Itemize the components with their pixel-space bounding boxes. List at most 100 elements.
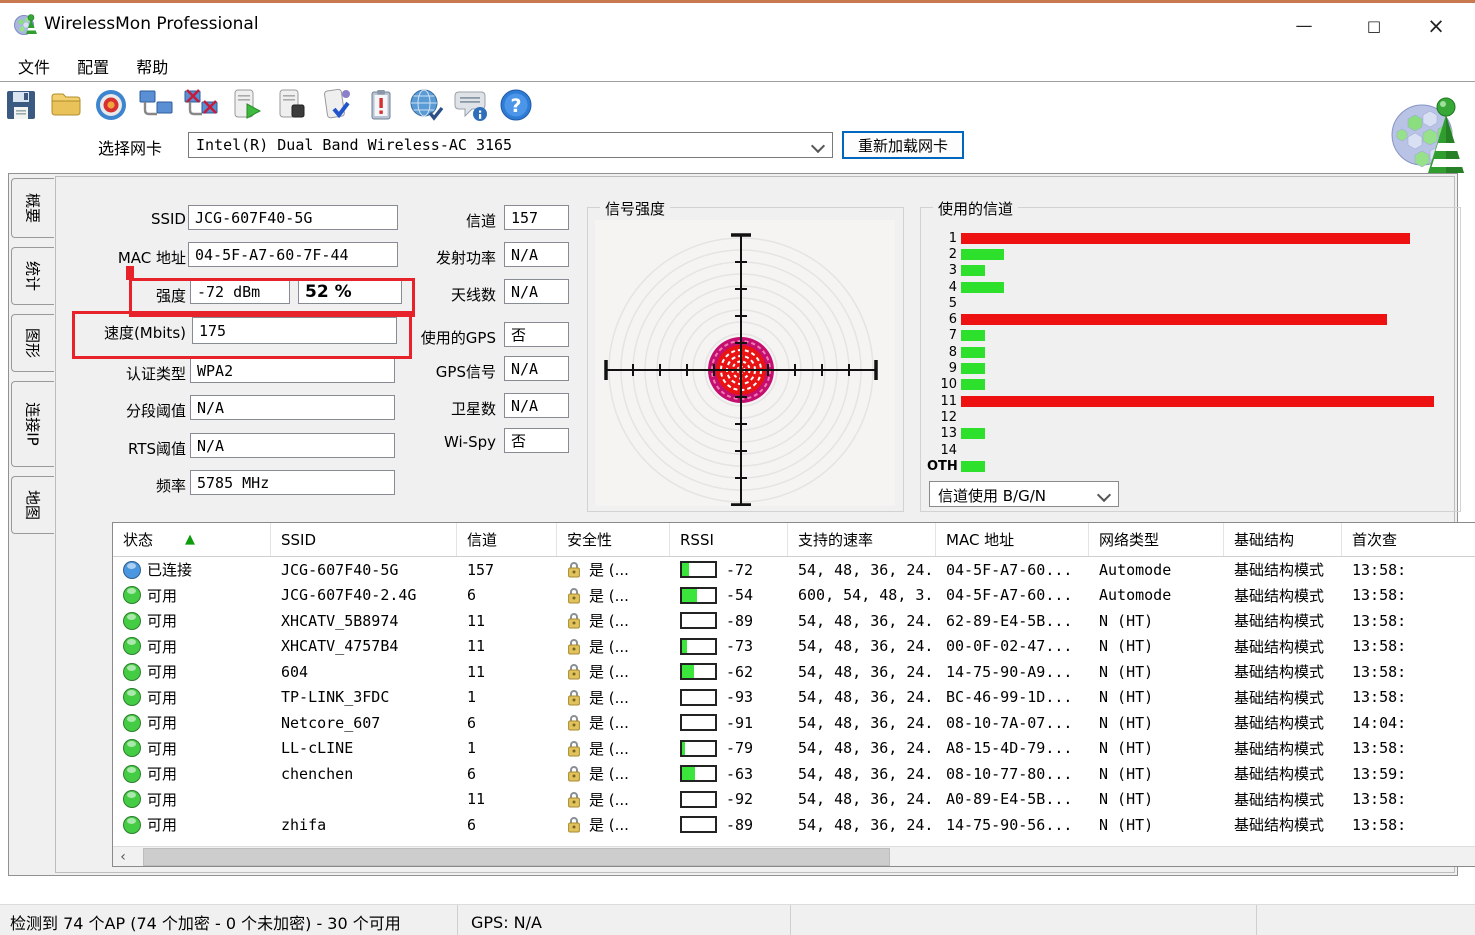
- help-icon[interactable]: ?: [497, 86, 535, 124]
- sidebar-tab[interactable]: 统计: [11, 247, 54, 305]
- header-security[interactable]: 安全性: [557, 523, 670, 556]
- status-cell: 可用: [113, 687, 271, 708]
- lock-icon: [567, 638, 581, 655]
- network-row[interactable]: 可用 XHCATV_4757B4 11 是 (... -73: [113, 634, 1475, 660]
- sidebar-tab[interactable]: 连接IP: [11, 381, 54, 467]
- rssi-bar: [680, 791, 717, 808]
- network-row[interactable]: 可用 TP-LINK_3FDC 1 是 (... -93: [113, 685, 1475, 711]
- security-cell: 是 (...: [557, 661, 670, 682]
- chevron-down-icon: [1097, 488, 1111, 502]
- header-ssid[interactable]: SSID: [271, 523, 457, 556]
- scroll-left-icon[interactable]: ‹: [115, 847, 131, 866]
- maximize-button[interactable]: □: [1343, 3, 1405, 48]
- channel-bar-track: [961, 428, 1434, 439]
- network-row[interactable]: 可用 604 11 是 (... -62: [113, 659, 1475, 685]
- network-row[interactable]: 可用 chenchen 6 是 (... -63: [113, 761, 1475, 787]
- disconnect-icon[interactable]: [182, 86, 220, 124]
- channel-cell: 11: [457, 637, 557, 655]
- open-icon[interactable]: [47, 86, 85, 124]
- menu-config[interactable]: 配置: [73, 54, 113, 78]
- rssi-cell: -54: [670, 586, 788, 604]
- save-icon[interactable]: [2, 86, 40, 124]
- connect-icon[interactable]: [137, 86, 175, 124]
- sidebar-tab[interactable]: 概要: [11, 178, 54, 238]
- feedback-icon[interactable]: [452, 86, 490, 124]
- status-dot-icon: [123, 816, 141, 834]
- net-type-cell: N (HT): [1089, 790, 1224, 808]
- web-check-icon[interactable]: [407, 86, 445, 124]
- rts-label: RTS阈值: [104, 438, 186, 459]
- horizontal-scroll-thumb[interactable]: [143, 848, 890, 866]
- channel-band-select[interactable]: 信道使用 B/G/N: [929, 481, 1119, 507]
- channel-bar-track: [961, 265, 1434, 276]
- rssi-bar: [680, 663, 717, 680]
- header-first-seen[interactable]: 首次查: [1342, 523, 1475, 556]
- status-text: 可用: [147, 763, 177, 784]
- network-row[interactable]: 可用 XHCATV_5B8974 11 是 (... -89: [113, 608, 1475, 634]
- header-net-type[interactable]: 网络类型: [1089, 523, 1224, 556]
- rssi-value: -54: [726, 586, 753, 604]
- network-row[interactable]: 可用 LL-cLINE 1 是 (... -79: [113, 736, 1475, 762]
- net-type-cell: N (HT): [1089, 637, 1224, 655]
- wirelessmon-window: WirelessMon Professional — □ × 文件 配置 帮助: [0, 0, 1475, 935]
- log-start-icon[interactable]: [227, 86, 265, 124]
- first-seen-cell: 13:58:: [1342, 663, 1475, 681]
- network-row[interactable]: 可用 zhifa 6 是 (... -89: [113, 812, 1475, 838]
- channel-bar-track: [961, 445, 1434, 456]
- rssi-cell: -63: [670, 765, 788, 783]
- rssi-bar: [680, 714, 717, 731]
- ssid-cell: Netcore_607: [271, 714, 457, 732]
- channel-value: 157: [504, 205, 569, 230]
- rssi-value: -72: [726, 561, 753, 579]
- status-cell: 可用: [113, 661, 271, 682]
- rates-cell: 54, 48, 36, 24...: [788, 816, 936, 834]
- channel-number-label: 2: [927, 247, 961, 262]
- horizontal-scrollbar[interactable]: ‹ ›: [113, 846, 1475, 866]
- rssi-cell: -79: [670, 739, 788, 757]
- ssid-cell: 604: [271, 663, 457, 681]
- security-text: 是 (...: [589, 687, 629, 708]
- security-cell: 是 (...: [557, 559, 670, 580]
- network-row[interactable]: 可用 JCG-607F40-2.4G 6 是 (... -54: [113, 583, 1475, 609]
- signal-strength-panel: 信号强度: [587, 207, 904, 512]
- scroll-right-icon[interactable]: ›: [1469, 847, 1475, 866]
- header-infrastructure[interactable]: 基础结构: [1224, 523, 1342, 556]
- report-check-icon[interactable]: [317, 86, 355, 124]
- ssid-cell: chenchen: [271, 765, 457, 783]
- target-icon[interactable]: [92, 86, 130, 124]
- adapter-select[interactable]: Intel(R) Dual Band Wireless-AC 3165: [188, 132, 833, 158]
- header-channel[interactable]: 信道: [457, 523, 557, 556]
- lock-icon: [567, 816, 581, 833]
- network-row[interactable]: 已连接 JCG-607F40-5G 157 是 (... -72: [113, 557, 1475, 583]
- channel-row: 13: [927, 426, 1452, 442]
- channel-cell: 6: [457, 714, 557, 732]
- sidebar-tab[interactable]: 图形: [11, 314, 54, 372]
- log-stop-icon[interactable]: [272, 86, 310, 124]
- rates-cell: 54, 48, 36, 24...: [788, 790, 936, 808]
- rssi-cell: -89: [670, 612, 788, 630]
- ssid-value: JCG-607F40-5G: [188, 205, 398, 230]
- alert-icon[interactable]: [362, 86, 400, 124]
- status-cell: 可用: [113, 712, 271, 733]
- reload-adapter-button[interactable]: 重新加载网卡: [842, 131, 964, 159]
- header-rssi[interactable]: RSSI: [670, 523, 788, 556]
- header-rates[interactable]: 支持的速率: [788, 523, 936, 556]
- header-status[interactable]: 状态 ▲: [113, 523, 271, 556]
- chevron-down-icon: [811, 139, 825, 153]
- mac-cell: BC-46-99-1D...: [936, 688, 1089, 706]
- channel-usage-bar: [961, 282, 1004, 293]
- header-mac[interactable]: MAC 地址: [936, 523, 1089, 556]
- network-row[interactable]: 可用 Netcore_607 6 是 (... -91: [113, 710, 1475, 736]
- menu-file[interactable]: 文件: [14, 54, 54, 78]
- menu-help[interactable]: 帮助: [132, 54, 172, 78]
- channel-row: 3: [927, 263, 1452, 279]
- net-type-cell: Automode: [1089, 561, 1224, 579]
- channel-band-selected: 信道使用 B/G/N: [938, 485, 1046, 506]
- channel-cell: 11: [457, 663, 557, 681]
- sidebar-tab[interactable]: 地图: [11, 476, 54, 534]
- infrastructure-cell: 基础结构模式: [1224, 763, 1342, 784]
- lock-icon: [567, 612, 581, 629]
- close-button[interactable]: ×: [1405, 3, 1467, 48]
- network-row[interactable]: 可用 11 是 (... -92: [113, 787, 1475, 813]
- minimize-button[interactable]: —: [1273, 3, 1335, 48]
